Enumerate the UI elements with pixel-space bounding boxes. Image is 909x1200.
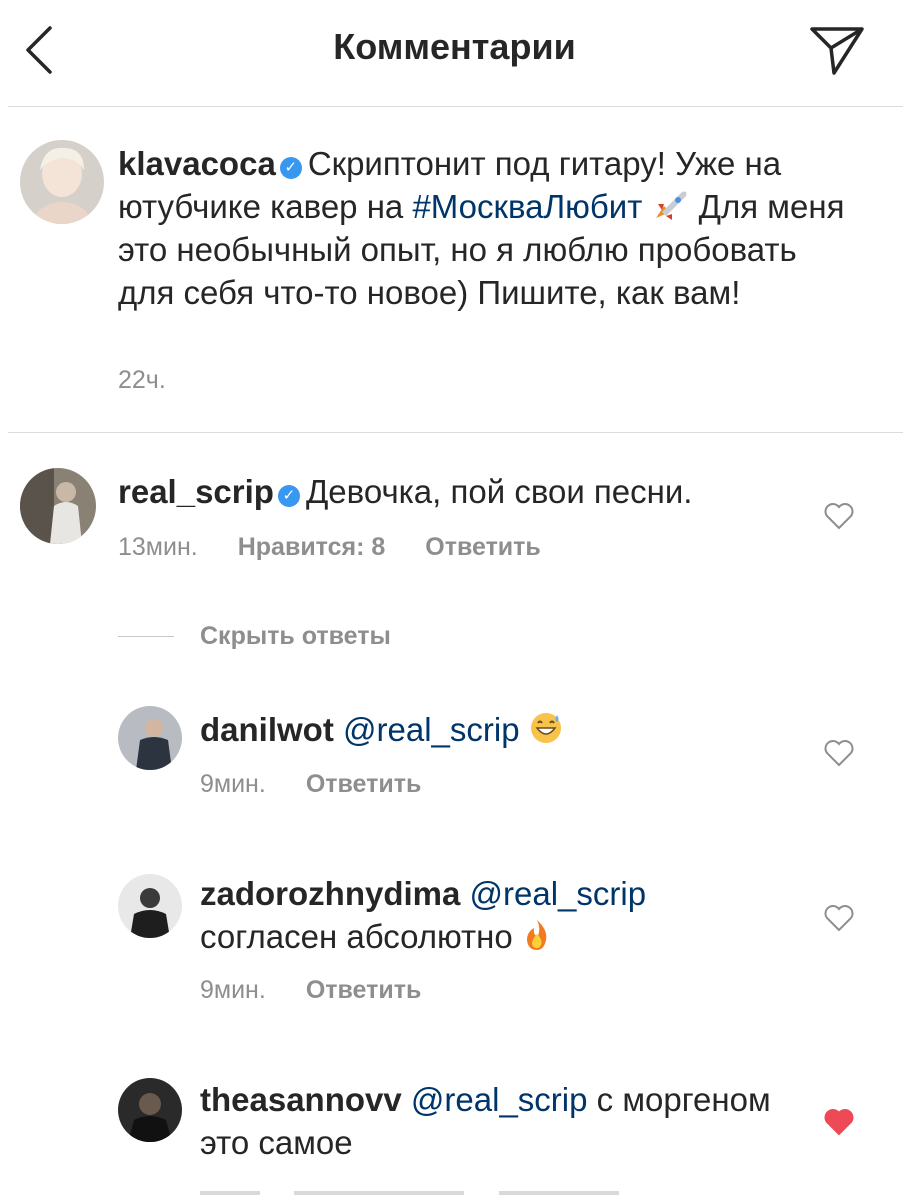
page-title: Комментарии <box>333 26 576 67</box>
hide-replies-line <box>118 636 174 637</box>
reply-1-mention[interactable]: @real_scrip <box>343 711 520 748</box>
reply-3-mention[interactable]: @real_scrip <box>411 1081 588 1118</box>
post-caption: klavacoca ✓ Скриптонит под гитару! Уже на … <box>118 142 858 314</box>
caption-divider <box>8 432 903 433</box>
heart-filled-icon[interactable] <box>822 1106 856 1138</box>
header-divider <box>8 106 903 107</box>
comment-body: Девочка, пой свои песни. <box>305 473 693 510</box>
rocket-emoji-icon <box>655 191 686 220</box>
reply-1-username[interactable]: danilwot <box>200 711 334 748</box>
avatar-danilwot[interactable] <box>118 706 182 770</box>
avatar-real-scrip[interactable] <box>20 468 96 544</box>
comment-reply-button[interactable]: Ответить <box>425 533 541 561</box>
reply-1-meta: 9мин. Ответить <box>200 770 461 799</box>
hashtag-link[interactable]: #МоскваЛюбит <box>412 188 642 225</box>
comment-text: real_scrip ✓ Девочка, пой свои песни. <box>118 470 798 513</box>
heart-outline-icon[interactable] <box>822 500 856 532</box>
comment-likes[interactable]: Нравится: 8 <box>238 533 386 561</box>
comment-time: 13мин. <box>118 533 198 561</box>
avatar-klavacoca[interactable] <box>20 140 104 224</box>
fire-emoji-icon <box>526 920 547 950</box>
reply-3-username[interactable]: theasannovv <box>200 1081 402 1118</box>
reply-2-time: 9мин. <box>200 976 266 1004</box>
hide-replies-button[interactable]: Скрыть ответы <box>200 622 391 651</box>
reply-2-username[interactable]: zadorozhnydima <box>200 875 460 912</box>
reply-1-reply-button[interactable]: Ответить <box>306 770 422 798</box>
verified-badge-icon: ✓ <box>279 157 302 179</box>
heart-outline-icon[interactable] <box>822 902 856 934</box>
reply-2-body: согласен абсолютно <box>200 918 513 955</box>
reply-2-mention[interactable]: @real_scrip <box>470 875 647 912</box>
post-time: 22ч. <box>118 366 166 394</box>
reply-2-meta: 9мин. Ответить <box>200 976 461 1005</box>
reply-1-text: danilwot @real_scrip <box>200 708 800 751</box>
grinning-sweat-emoji-icon <box>530 713 561 743</box>
verified-badge-icon: ✓ <box>277 485 300 507</box>
comment-username[interactable]: real_scrip <box>118 473 274 510</box>
reply-2-reply-button[interactable]: Ответить <box>306 976 422 1004</box>
reply-2-text: zadorozhnydima @real_scrip согласен абсо… <box>200 872 800 958</box>
avatar-theasannovv[interactable] <box>118 1078 182 1142</box>
heart-outline-icon[interactable] <box>822 737 856 769</box>
reply-1-time: 9мин. <box>200 770 266 798</box>
paper-plane-icon[interactable] <box>808 24 866 78</box>
comment-meta: 13мин. Нравится: 8 Ответить <box>118 533 581 562</box>
post-username[interactable]: klavacoca <box>118 145 276 182</box>
reply-3-text: theasannovv @real_scrip с моргеном это с… <box>200 1078 800 1164</box>
reply-3-meta-cut <box>200 1182 640 1200</box>
avatar-zadorozhnydima[interactable] <box>118 874 182 938</box>
